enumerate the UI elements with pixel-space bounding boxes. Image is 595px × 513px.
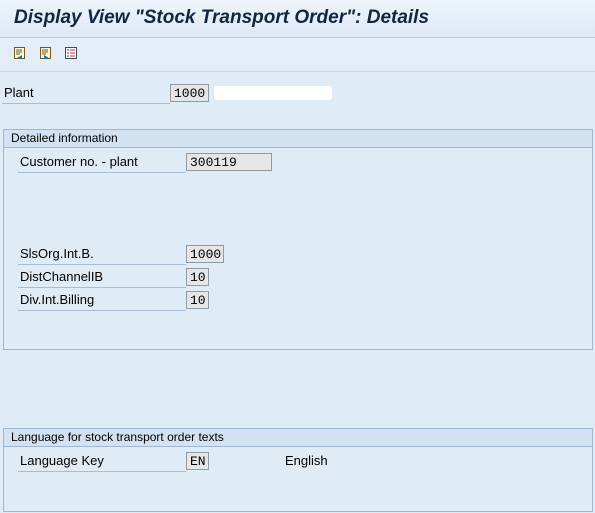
dist-channel-field[interactable]: 10 [186,268,209,286]
page-title: Display View "Stock Transport Order": De… [14,7,430,28]
title-bar: Display View "Stock Transport Order": De… [0,0,595,38]
variable-list-icon [65,47,77,59]
plant-label: Plant [2,83,170,104]
division-label: Div.Int.Billing [18,290,186,311]
customer-plant-label: Customer no. - plant [18,152,186,173]
previous-entry-button[interactable] [11,44,29,62]
plant-field[interactable]: 1000 [170,84,209,102]
language-header: Language for stock transport order texts [4,429,592,447]
next-entry-button[interactable] [37,44,55,62]
language-key-description: English [285,453,328,468]
sales-org-label: SlsOrg.Int.B. [18,244,186,265]
sales-org-field[interactable]: 1000 [186,245,224,263]
previous-entry-icon [14,47,25,59]
variable-list-button[interactable] [62,44,80,62]
division-field[interactable]: 10 [186,291,209,309]
application-toolbar [0,38,595,72]
next-entry-icon [40,47,51,59]
dist-channel-label: DistChannelIB [18,267,186,288]
detailed-information-header: Detailed information [4,130,592,148]
customer-plant-field[interactable]: 300119 [186,153,272,171]
language-key-label: Language Key [18,451,186,472]
language-key-field[interactable]: EN [186,452,209,470]
redacted-plant-description [214,86,332,100]
